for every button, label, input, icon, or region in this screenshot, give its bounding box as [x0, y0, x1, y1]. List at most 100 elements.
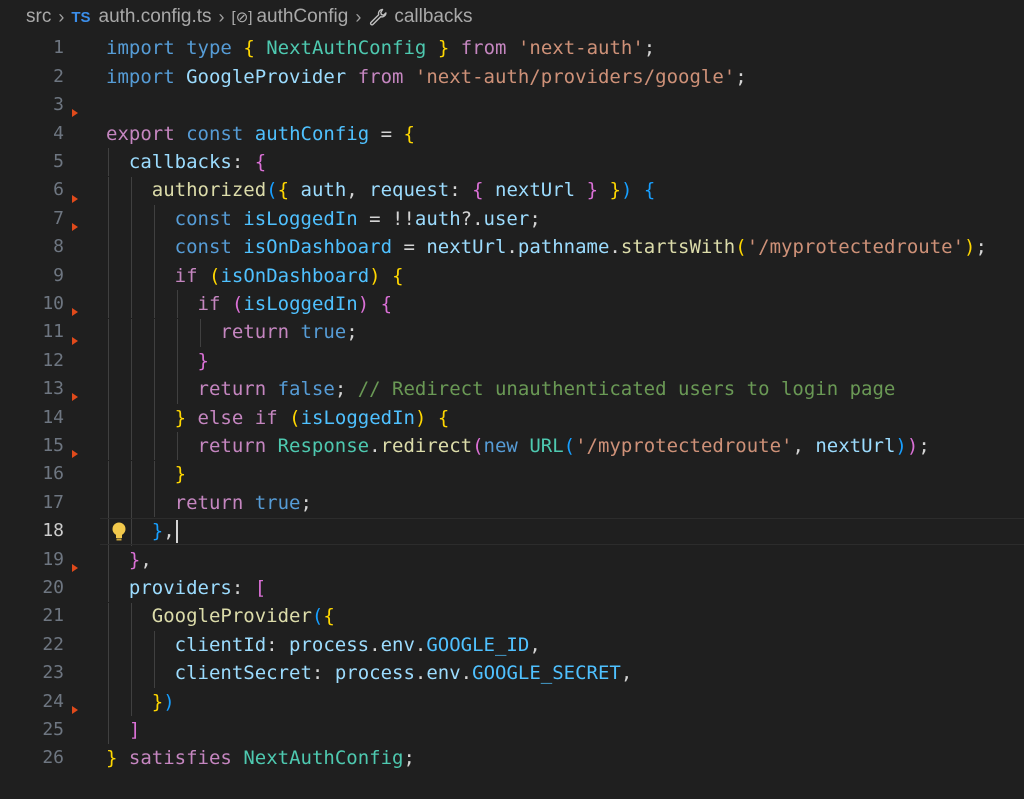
code-token: }: [174, 463, 187, 486]
breakpoint-marker-icon[interactable]: [72, 308, 78, 317]
code-token: GOOGLE_ID: [426, 633, 530, 656]
code-line[interactable]: 3: [0, 91, 1024, 119]
code-text: if (isLoggedIn) {: [106, 290, 393, 318]
code-token: authConfig: [254, 122, 370, 145]
breadcrumb-member[interactable]: callbacks: [368, 6, 473, 28]
breadcrumb-folder-label: src: [26, 6, 52, 27]
code-editor[interactable]: 1 import type { NextAuthConfig } from 'ne…: [0, 34, 1024, 799]
code-line[interactable]: 6 authorized({ auth, request: { nextUrl …: [0, 176, 1024, 205]
lightbulb-icon[interactable]: [110, 521, 128, 543]
code-token: = !!: [357, 207, 415, 230]
breakpoint-marker-icon[interactable]: [72, 222, 78, 231]
code-line[interactable]: 8 const isOnDashboard = nextUrl.pathname…: [0, 233, 1024, 262]
code-token: (: [289, 406, 301, 429]
breadcrumb-symbol[interactable]: [⊘] authConfig: [232, 6, 349, 28]
code-token: ;: [346, 321, 358, 344]
breakpoint-marker-icon[interactable]: [72, 109, 78, 118]
code-line[interactable]: 9 if (isOnDashboard) {: [0, 261, 1024, 291]
code-token: (: [472, 435, 484, 458]
code-line[interactable]: 20 providers: [: [0, 574, 1024, 603]
code-line[interactable]: 14 } else if (isLoggedIn) {: [0, 403, 1024, 433]
line-number: 2: [53, 65, 64, 87]
code-line[interactable]: 4 export const authConfig = {: [0, 120, 1024, 148]
code-line[interactable]: 17 return true;: [0, 488, 1024, 518]
code-text: }): [106, 688, 175, 716]
code-line[interactable]: 11 return true;: [0, 318, 1024, 347]
code-token: authorized: [151, 179, 267, 202]
code-line[interactable]: 19 },: [0, 545, 1024, 575]
breakpoint-marker-icon[interactable]: [72, 450, 78, 459]
code-token: {: [277, 179, 290, 202]
code-line[interactable]: 13 return false; // Redirect unauthentic…: [0, 375, 1024, 404]
code-token: const: [186, 122, 244, 145]
code-token: ): [620, 179, 633, 202]
code-token: }: [106, 747, 118, 770]
code-line[interactable]: 12 }: [0, 346, 1024, 376]
breakpoint-marker-icon[interactable]: [72, 705, 78, 714]
code-line[interactable]: 2 import GoogleProvider from 'next-auth/p…: [0, 63, 1024, 91]
code-token: ): [895, 435, 907, 458]
code-token: ): [357, 293, 370, 316]
code-token: return: [197, 378, 267, 401]
code-line[interactable]: 21 GoogleProvider({: [0, 602, 1024, 631]
code-token: env: [426, 662, 461, 685]
breadcrumb-file[interactable]: TS auth.config.ts: [71, 6, 211, 28]
line-number: 8: [53, 236, 64, 258]
code-line[interactable]: 10 if (isLoggedIn) {: [0, 290, 1024, 319]
code-text: return true;: [106, 489, 312, 517]
code-line[interactable]: 25 ]: [0, 716, 1024, 745]
line-number: 22: [42, 633, 64, 655]
code-token: }: [437, 37, 450, 60]
code-line[interactable]: 1 import type { NextAuthConfig } from 'ne…: [0, 35, 1024, 63]
breadcrumb-member-label: callbacks: [394, 6, 473, 27]
code-token: nextUrl: [426, 236, 507, 259]
breakpoint-marker-icon[interactable]: [72, 393, 78, 402]
code-token: clientId: [174, 633, 267, 656]
code-line[interactable]: 15 return Response.redirect(new URL('/my…: [0, 432, 1024, 461]
code-token: .: [460, 662, 473, 685]
code-line[interactable]: 7 const isLoggedIn = !!auth?.user;: [0, 204, 1024, 234]
line-number: 25: [42, 719, 64, 741]
code-token: GoogleProvider: [186, 65, 347, 88]
code-line[interactable]: 23 clientSecret: process.env.GOOGLE_SECR…: [0, 659, 1024, 688]
code-token: {: [437, 406, 450, 429]
code-text: import GoogleProvider from 'next-auth/pr…: [106, 63, 747, 91]
line-number: 13: [42, 378, 64, 400]
code-token: ;: [300, 491, 312, 514]
breakpoint-marker-icon[interactable]: [72, 563, 78, 572]
breadcrumb-folder[interactable]: src: [26, 6, 51, 28]
code-text: const isOnDashboard = nextUrl.pathname.s…: [106, 233, 987, 261]
code-line[interactable]: 22 clientId: process.env.GOOGLE_ID,: [0, 630, 1024, 660]
code-token: process: [289, 633, 370, 656]
code-text: authorized({ auth, request: { nextUrl } …: [106, 176, 656, 204]
code-token: URL: [529, 435, 564, 458]
code-token: true: [300, 321, 347, 344]
code-line[interactable]: 5 callbacks: {: [0, 148, 1024, 177]
code-token: ;: [735, 65, 747, 88]
code-line[interactable]: 16 }: [0, 460, 1024, 489]
code-line[interactable]: 24 }): [0, 687, 1024, 717]
code-token: :: [231, 577, 255, 600]
code-line[interactable]: 18 },: [0, 517, 1024, 546]
code-text: if (isOnDashboard) {: [106, 262, 404, 290]
code-line[interactable]: 26} satisfies NextAuthConfig;: [0, 745, 1024, 773]
code-token: '/myprotectedroute': [746, 236, 965, 259]
line-number: 19: [42, 548, 64, 570]
code-token: (: [208, 264, 221, 287]
breakpoint-marker-icon[interactable]: [72, 336, 78, 345]
code-token: ,: [346, 179, 370, 202]
code-token: NextAuthConfig: [266, 37, 427, 60]
code-text: callbacks: {: [106, 148, 266, 176]
breakpoint-marker-icon[interactable]: [72, 194, 78, 203]
